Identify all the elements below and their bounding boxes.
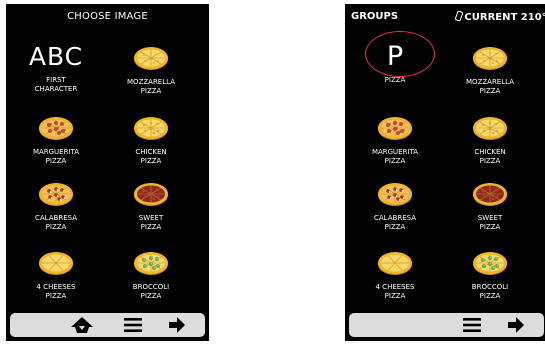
pizza-icon [134, 252, 168, 275]
tile-label: PIZZA [384, 157, 406, 165]
tile-chicken-pizza[interactable]: CHICKEN PIZZA [106, 111, 196, 166]
abc-glyph: ABC [28, 41, 84, 71]
arrow-right-icon [169, 317, 185, 333]
pizza-icon [473, 47, 507, 70]
tile-label: BROCCOLI [132, 283, 170, 291]
temperature-status: CURRENT 210°C [454, 10, 545, 23]
tile-label: PIZZA [45, 223, 67, 231]
tile-mozzarella-pizza[interactable]: MOZZARELLA PIZZA [445, 41, 535, 96]
tile-label: PIZZA [45, 157, 67, 165]
tile-4-cheeses-pizza[interactable]: 4 CHEESES PIZZA [350, 246, 440, 301]
home-button[interactable] [70, 313, 94, 337]
tile-label: BROCCOLI [471, 283, 509, 291]
tile-mozzarella-pizza[interactable]: MOZZARELLA PIZZA [106, 41, 196, 96]
bottom-nav-bar [349, 313, 544, 337]
tile-label: MARGUERITA [371, 148, 419, 156]
tile-label: PIZZA [479, 87, 501, 95]
tile-label: PIZZA [384, 223, 406, 231]
tile-label: PIZZA [479, 223, 501, 231]
tile-sweet-pizza[interactable]: SWEET PIZZA [445, 177, 535, 232]
pizza-icon [473, 183, 507, 206]
tile-label: PIZZA [140, 223, 162, 231]
tile-sweet-pizza[interactable]: SWEET PIZZA [106, 177, 196, 232]
menu-button[interactable] [460, 313, 484, 337]
tile-calabresa-pizza[interactable]: CALABRESA PIZZA [350, 177, 440, 232]
tile-label: PIZZA [45, 292, 67, 300]
tile-label: PIZZA [384, 292, 406, 300]
screen-header: CHOOSE IMAGE [6, 4, 209, 28]
screen-title: CHOOSE IMAGE [67, 11, 148, 22]
tile-label: CHICKEN [135, 148, 167, 156]
pizza-icon [134, 117, 168, 140]
groups-screen: GROUPS CURRENT 210°C P PIZZA MOZZARELLAP… [345, 4, 545, 341]
menu-button[interactable] [121, 313, 145, 337]
tile-label: MARGUERITA [32, 148, 80, 156]
tile-label: CHARACTER [34, 85, 78, 93]
tile-label: PIZZA [479, 292, 501, 300]
selection-highlight-circle [365, 31, 435, 77]
tile-broccoli-pizza[interactable]: BROCCOLI PIZZA [445, 246, 535, 301]
tile-label: PIZZA [140, 157, 162, 165]
bottom-nav-bar [10, 313, 205, 337]
tile-marguerita-pizza[interactable]: MARGUERITA PIZZA [11, 111, 101, 166]
tile-chicken-pizza[interactable]: CHICKEN PIZZA [445, 111, 535, 166]
tile-label: PIZZA [140, 87, 162, 95]
tile-label: SWEET [477, 214, 503, 222]
pizza-icon [378, 117, 412, 140]
tile-label: CALABRESA [374, 214, 416, 222]
pizza-icon [39, 183, 73, 206]
tile-label: 4 CHEESES [375, 283, 415, 291]
screen-title: GROUPS [351, 11, 399, 22]
tile-label: 4 CHEESES [36, 283, 76, 291]
tile-broccoli-pizza[interactable]: BROCCOLI PIZZA [106, 246, 196, 301]
pizza-icon [39, 252, 73, 275]
next-button[interactable] [504, 313, 528, 337]
tile-first-character[interactable]: ABC FIRST CHARACTER [11, 39, 101, 94]
tile-label: PIZZA [479, 157, 501, 165]
tile-label: CALABRESA [35, 214, 77, 222]
tile-label: MOZZARELLA [466, 78, 514, 86]
pizza-icon [134, 183, 168, 206]
pizza-icon [378, 183, 412, 206]
pizza-icon [473, 117, 507, 140]
tile-label: PIZZA [140, 292, 162, 300]
pizza-icon [378, 252, 412, 275]
choose-image-screen: CHOOSE IMAGE ABC FIRST CHARACTER MOZZAREL… [6, 4, 209, 341]
tile-label: PIZZA [384, 76, 406, 84]
tile-label: SWEET [138, 214, 164, 222]
home-icon [71, 317, 93, 333]
temperature-text: CURRENT 210°C [464, 12, 545, 23]
tile-calabresa-pizza[interactable]: CALABRESA PIZZA [11, 177, 101, 232]
thermometer-icon [454, 10, 464, 22]
tile-label: MOZZARELLA [127, 78, 175, 86]
tile-4-cheeses-pizza[interactable]: 4 CHEESES PIZZA [11, 246, 101, 301]
tile-label: CHICKEN [474, 148, 506, 156]
menu-icon [124, 318, 142, 332]
tile-label: FIRST [46, 76, 66, 84]
menu-icon [463, 318, 481, 332]
screen-header: GROUPS CURRENT 210°C [345, 4, 545, 28]
pizza-icon [473, 252, 507, 275]
pizza-icon [39, 117, 73, 140]
next-button[interactable] [165, 313, 189, 337]
arrow-right-icon [508, 317, 524, 333]
tile-marguerita-pizza[interactable]: MARGUERITA PIZZA [350, 111, 440, 166]
pizza-icon [134, 47, 168, 70]
